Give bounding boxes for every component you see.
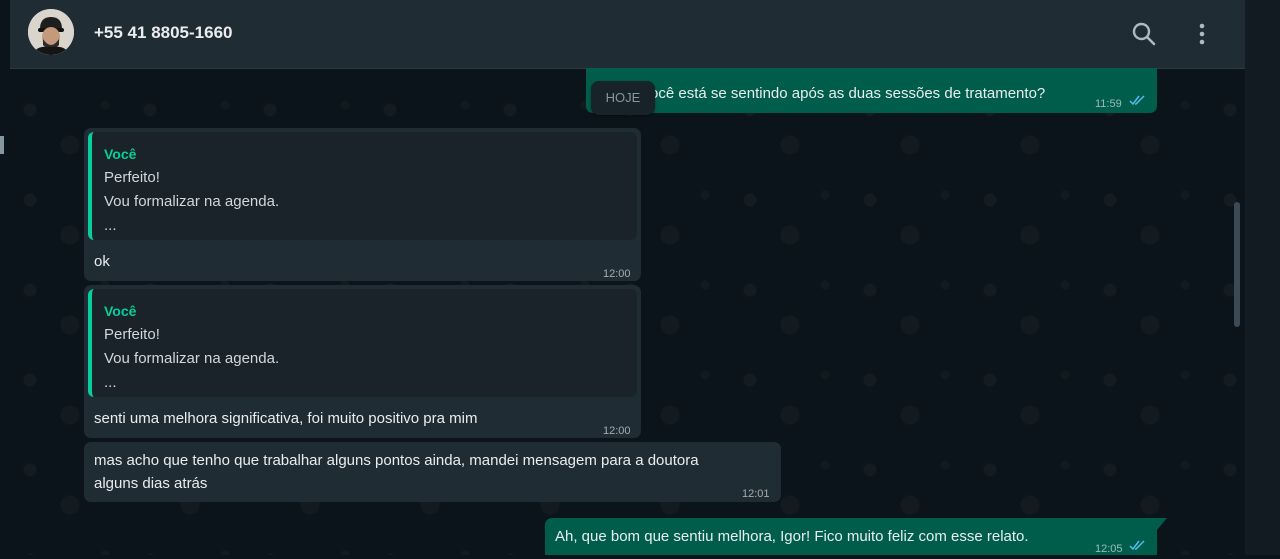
message-time: 12:05	[1095, 543, 1123, 555]
scrollbar-thumb[interactable]	[1234, 202, 1240, 327]
message-time: 12:00	[603, 268, 631, 280]
message-time: 12:01	[742, 488, 770, 500]
date-chip: HOJE	[591, 81, 655, 115]
bubble-tail	[1157, 518, 1167, 530]
search-icon[interactable]	[1130, 20, 1158, 48]
chat-header[interactable]: +55 41 8805-1660	[10, 0, 1245, 69]
avatar-icon	[28, 9, 74, 55]
quote-line: ...	[104, 217, 117, 234]
message-bubble-incoming[interactable]: Você Perfeito! Vou formalizar na agenda.…	[84, 285, 641, 438]
message-text-line: mas acho que tenho que trabalhar alguns …	[94, 452, 699, 469]
message-time: 12:00	[603, 425, 631, 437]
quote-line: Vou formalizar na agenda.	[104, 350, 280, 367]
message-text-line: alguns dias atrás	[94, 475, 208, 492]
quote-line: Perfeito!	[104, 169, 160, 186]
message-text: senti uma melhora significativa, foi mui…	[94, 410, 478, 427]
message-bubble-outgoing[interactable]: Ah, que bom que sentiu melhora, Igor! Fi…	[545, 518, 1157, 555]
read-ticks-icon	[1129, 540, 1145, 551]
quote-author: Você	[104, 303, 137, 319]
message-text: ocê está se sentindo após as duas sessõe…	[650, 85, 1046, 102]
quoted-message[interactable]: Você Perfeito! Vou formalizar na agenda.…	[88, 289, 637, 397]
quote-line: ...	[104, 374, 117, 391]
read-ticks-icon	[1129, 95, 1145, 106]
message-bubble-incoming[interactable]: Você Perfeito! Vou formalizar na agenda.…	[84, 128, 641, 281]
kebab-menu-icon[interactable]	[1188, 20, 1216, 48]
message-text: ok	[94, 253, 110, 270]
avatar[interactable]	[28, 9, 74, 55]
quoted-message[interactable]: Você Perfeito! Vou formalizar na agenda.…	[88, 132, 637, 240]
quote-line: Vou formalizar na agenda.	[104, 193, 280, 210]
left-edge-marker	[0, 136, 4, 154]
message-bubble-outgoing[interactable]: ocê está se sentindo após as duas sessõe…	[586, 68, 1157, 113]
right-edge-panel	[1245, 0, 1280, 555]
message-time: 11:59	[1095, 98, 1122, 110]
message-bubble-incoming[interactable]: mas acho que tenho que trabalhar alguns …	[84, 442, 781, 502]
contact-name[interactable]: +55 41 8805-1660	[94, 23, 233, 43]
quote-author: Você	[104, 146, 137, 162]
message-text: Ah, que bom que sentiu melhora, Igor! Fi…	[555, 528, 1029, 545]
quote-line: Perfeito!	[104, 326, 160, 343]
